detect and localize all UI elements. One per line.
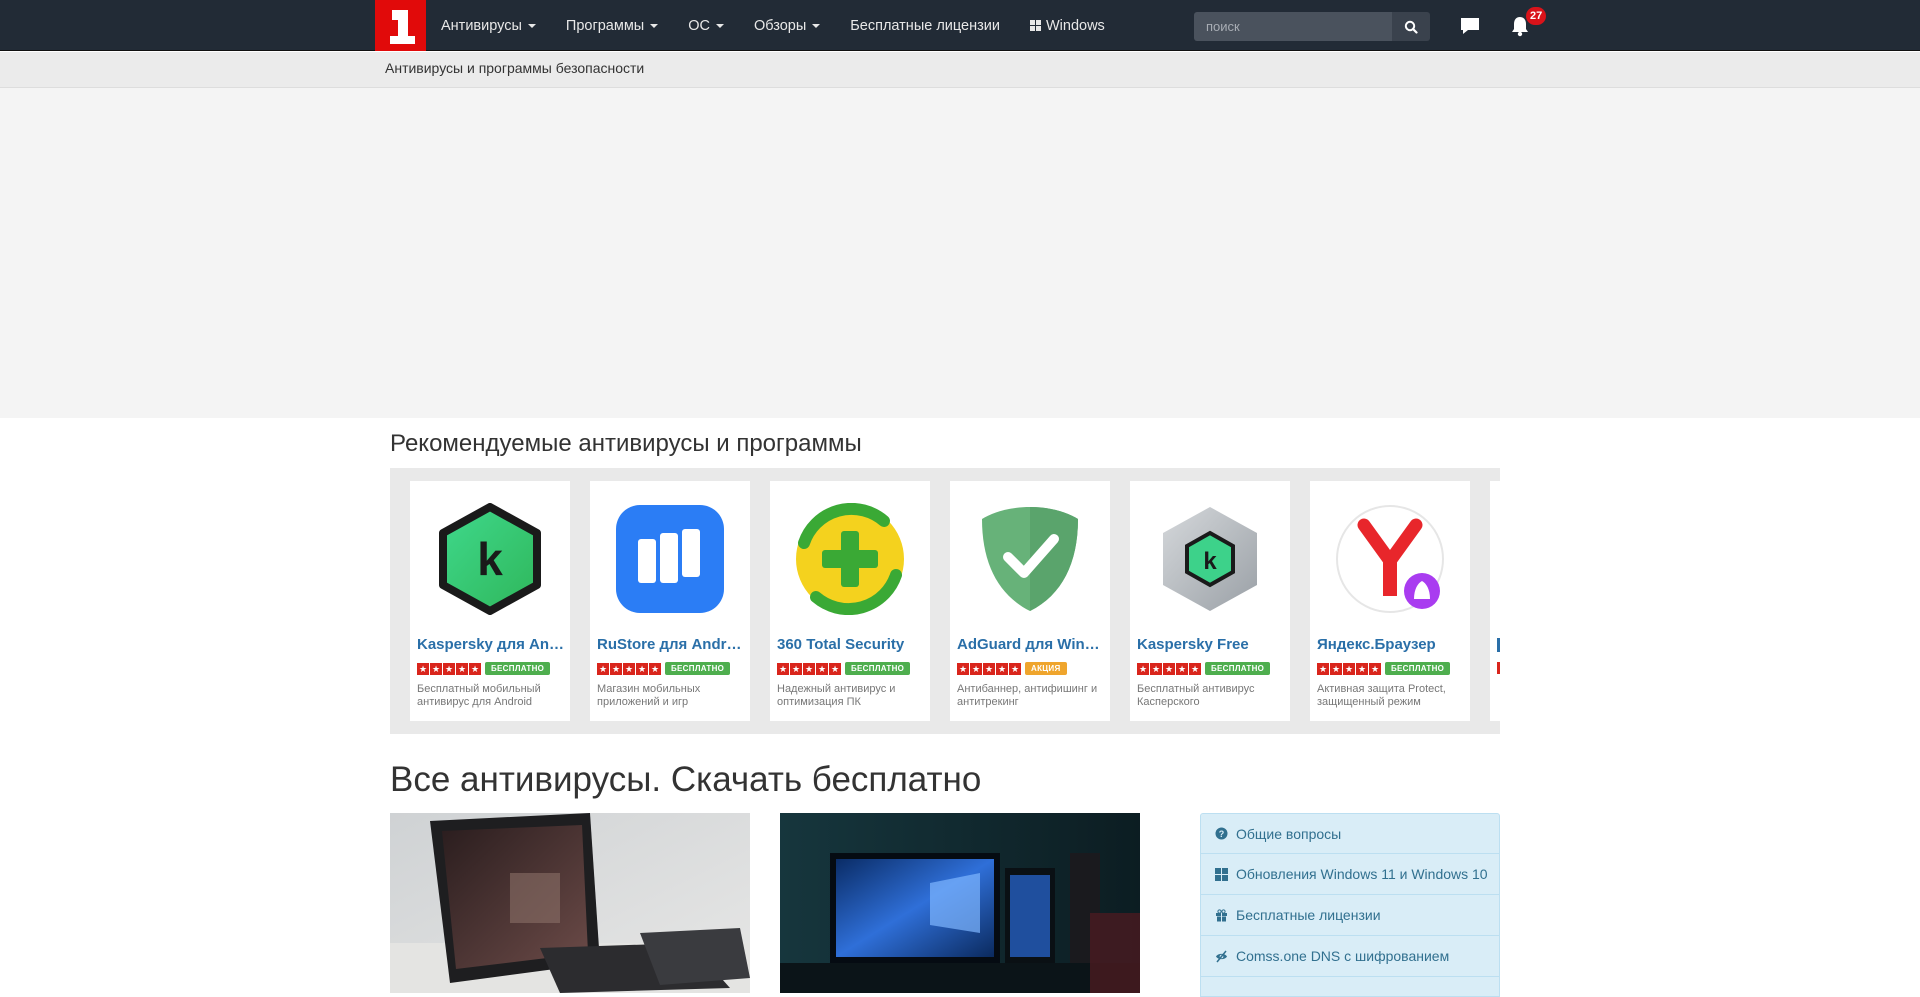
product-card[interactable]: k Kaspersky Free ★ ★ ★ ★ ★ БЕСПЛАТНО Бесплат… — [1130, 481, 1290, 721]
adguard-icon — [972, 501, 1088, 617]
breadcrumb-bar: Антивирусы и программы безопасности — [0, 52, 1920, 88]
card-title[interactable]: Яндекс.Браузер — [1317, 636, 1465, 653]
free-badge: БЕСПЛАТНО — [1385, 662, 1451, 675]
recommended-title: Рекомендуемые антивирусы и программы — [390, 430, 862, 457]
chat-icon[interactable] — [1459, 16, 1481, 41]
rating-stars — [1497, 662, 1500, 674]
card-description: Бесплатный мобильный антивирус для Andro… — [417, 683, 541, 708]
product-card-partial[interactable] — [1490, 481, 1500, 721]
kaspersky-android-icon: k — [432, 501, 548, 617]
product-card[interactable]: 360 Total Security ★ ★ ★ ★ ★ БЕСПЛАТНО Надеж… — [770, 481, 930, 721]
360-total-security-icon — [792, 501, 908, 617]
card-title[interactable]: 360 Total Security — [777, 636, 925, 653]
rustore-icon — [612, 501, 728, 617]
svg-text:?: ? — [1219, 829, 1225, 839]
windows-icon — [1029, 20, 1041, 31]
nav-programs[interactable]: Программы — [551, 0, 673, 51]
card-description: Бесплатный антивирус Касперского — [1137, 683, 1255, 708]
nav-windows[interactable]: Windows — [1015, 0, 1120, 51]
free-badge: БЕСПЛАТНО — [845, 662, 911, 675]
promo-badge: АКЦИЯ — [1025, 662, 1067, 675]
sidebar-item-dns[interactable]: Comss.one DNS с шифрованием — [1200, 936, 1500, 977]
product-card[interactable]: k Kaspersky для Android ★★★★★ БЕСПЛАТНО … — [410, 481, 570, 721]
free-badge: БЕСПЛАТНО — [1205, 662, 1271, 675]
breadcrumb[interactable]: Антивирусы и программы безопасности — [385, 60, 644, 76]
article-thumbnail-pc[interactable] — [780, 813, 1140, 993]
product-card[interactable]: AdGuard для Windows ★★★★★ АКЦИЯ Антибанн… — [950, 481, 1110, 721]
product-card[interactable]: Яндекс.Браузер ★ ★ ★ ★ ★ БЕСПЛАТНО Активная … — [1310, 481, 1470, 721]
caret-down-icon — [812, 23, 821, 28]
nav-antivirus[interactable]: Антивирусы — [426, 0, 551, 51]
product-card[interactable]: RuStore для Android ★ ★ ★ ★ ★ БЕСПЛАТНО Мага… — [590, 481, 750, 721]
rating-stars: ★ ★ ★ ★ ★ — [1317, 662, 1381, 675]
caret-down-icon — [650, 23, 659, 28]
card-description: Антибаннер, антифишинг и антитрекинг — [957, 683, 1098, 708]
kaspersky-free-icon: k — [1152, 501, 1268, 617]
card-title[interactable]: RuStore для Android — [597, 636, 745, 653]
nav-free-licenses[interactable]: Бесплатные лицензии — [835, 0, 1015, 51]
free-badge: БЕСПЛАТНО — [485, 662, 551, 675]
all-antivirus-title: Все антивирусы. Скачать бесплатно — [390, 760, 982, 799]
search-input[interactable] — [1194, 12, 1392, 41]
recommended-carousel: k Kaspersky для Android ★★★★★ БЕСПЛАТНО … — [390, 468, 1500, 734]
rating-stars: ★ ★ ★ ★ ★ — [1137, 662, 1201, 675]
rating-stars: ★ ★ ★ ★ ★ — [957, 662, 1021, 675]
question-circle-icon: ? — [1215, 827, 1228, 840]
search-button[interactable] — [1392, 12, 1430, 41]
svg-text:k: k — [477, 533, 503, 585]
card-title[interactable]: Kaspersky Free — [1137, 636, 1285, 653]
sidebar-item-free-licenses[interactable]: Бесплатные лицензии — [1200, 895, 1500, 936]
card-title[interactable]: Kaspersky для Android — [417, 636, 565, 653]
svg-text:k: k — [1203, 548, 1217, 575]
rating-stars: ★ ★ ★ ★ ★ — [417, 662, 481, 675]
card-title-fragment — [1497, 638, 1500, 652]
sidebar-item-windows-updates[interactable]: Обновления Windows 11 и Windows 10 — [1200, 854, 1500, 895]
logo-one-icon — [389, 9, 415, 44]
card-description: Надежный антивирус и оптимизация ПК — [777, 683, 896, 708]
ad-placeholder — [0, 88, 1920, 418]
caret-down-icon — [527, 23, 536, 28]
caret-down-icon — [715, 23, 724, 28]
article-thumbnail-laptop[interactable] — [390, 813, 750, 993]
card-description: Активная защита Protect, защищенный режи… — [1317, 683, 1446, 708]
notification-badge: 27 — [1526, 7, 1547, 25]
rating-stars: ★ ★ ★ ★ ★ — [777, 662, 841, 675]
sidebar-menu: ? Общие вопросы Обновления Windows 11 и … — [1200, 813, 1500, 997]
rating-stars: ★ ★ ★ ★ ★ — [597, 662, 661, 675]
top-navbar: Антивирусы Программы ОС Обзоры Бесплатны… — [0, 0, 1920, 51]
nav-reviews[interactable]: Обзоры — [739, 0, 835, 51]
card-description: Магазин мобильных приложений и игр — [597, 683, 701, 708]
nav-os[interactable]: ОС — [673, 0, 739, 51]
sidebar-item-partial[interactable] — [1200, 977, 1500, 997]
yandex-browser-icon — [1332, 501, 1448, 617]
card-title[interactable]: AdGuard для Windows — [957, 636, 1105, 653]
search-icon — [1404, 20, 1418, 34]
free-badge: БЕСПЛАТНО — [665, 662, 731, 675]
eye-slash-icon — [1215, 950, 1228, 963]
gift-icon — [1215, 908, 1228, 922]
sidebar-item-faq[interactable]: ? Общие вопросы — [1200, 813, 1500, 854]
windows-icon — [1215, 867, 1228, 881]
site-logo[interactable] — [375, 0, 426, 51]
